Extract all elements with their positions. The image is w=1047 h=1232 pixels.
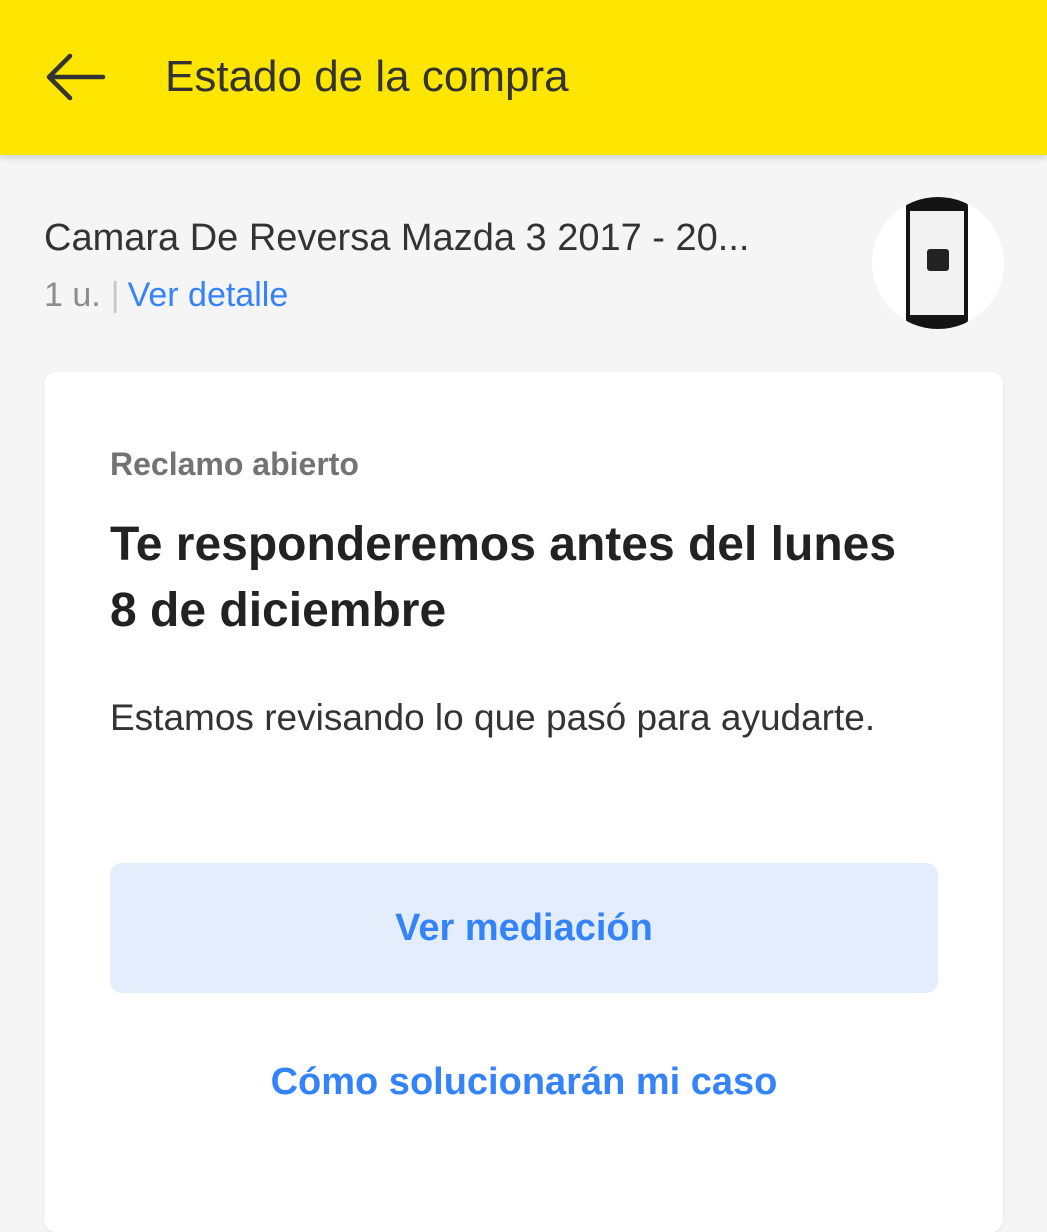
page-title: Estado de la compra: [165, 52, 569, 101]
product-meta: 1 u. | Ver detalle: [44, 273, 288, 317]
product-quantity: 1 u.: [44, 276, 101, 314]
camera-image: [927, 249, 949, 271]
arrow-left-icon: [46, 53, 106, 101]
claim-card: Reclamo abierto Te responderemos antes d…: [44, 372, 1003, 1232]
product-thumbnail[interactable]: [872, 197, 1004, 329]
product-title: Camara De Reversa Mazda 3 2017 - 20...: [44, 217, 750, 259]
view-mediation-button[interactable]: Ver mediación: [110, 863, 938, 993]
product-summary: Camara De Reversa Mazda 3 2017 - 20... 1…: [0, 155, 1047, 345]
back-button[interactable]: [30, 40, 120, 114]
claim-status: Reclamo abierto: [110, 446, 359, 482]
view-detail-link[interactable]: Ver detalle: [128, 276, 289, 314]
app-bar: Estado de la compra: [0, 0, 1047, 155]
phone-image: [906, 197, 968, 329]
claim-heading: Te responderemos antes del lunes 8 de di…: [110, 518, 897, 637]
phone-screen: [910, 211, 964, 315]
meta-separator: |: [110, 276, 120, 314]
how-solve-case-link[interactable]: Cómo solucionarán mi caso: [110, 1052, 938, 1112]
claim-description: Estamos revisando lo que pasó para ayuda…: [110, 697, 876, 738]
